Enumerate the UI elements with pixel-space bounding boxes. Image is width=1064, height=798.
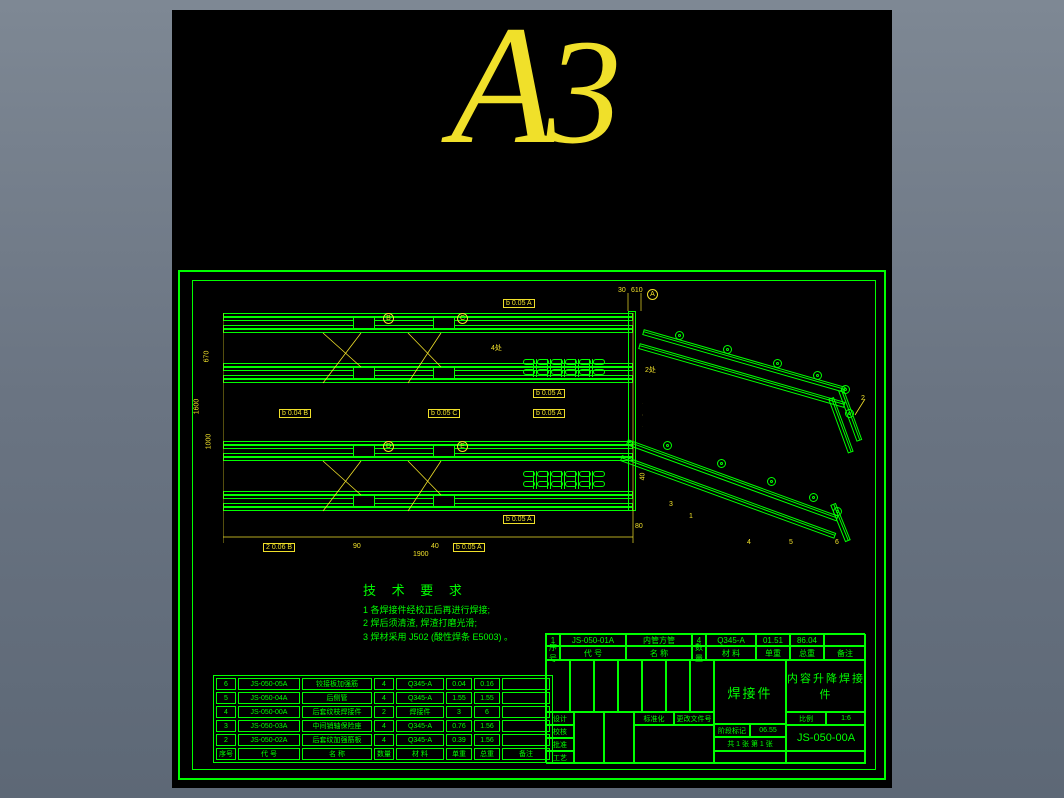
iso-callout: 4: [747, 539, 751, 546]
balloon: E: [457, 441, 468, 452]
tb-sheet-info: 共 1 张 第 1 张: [714, 737, 786, 751]
chain-top: [523, 359, 623, 377]
tb-date: [604, 712, 634, 764]
tb-std: 标准化: [634, 712, 674, 725]
tb-design: 设计: [546, 712, 574, 725]
tb-h: 序号: [546, 646, 560, 660]
tb-code: JS-050-01A: [560, 634, 626, 646]
dim-h2: 1000: [205, 434, 212, 450]
balloon: D: [383, 441, 394, 452]
dim-small2: 610: [631, 287, 643, 294]
drawing-inner-frame: b 0.05 A b 0.05 A b 0.04 B b 0.05 C b 0.…: [192, 280, 876, 770]
table-header-row: 序号 代 号 名 称 数量 材 料 单重 总重 备注: [216, 748, 550, 760]
tb-assembly-name: 焊接件: [714, 660, 786, 724]
iso-callout: 5: [789, 539, 793, 546]
tb-h: 名 称: [626, 646, 692, 660]
iso-leaders: [633, 299, 933, 449]
tb-check: 校核: [546, 725, 574, 738]
table-row: 5JS-050-04A后侧管4Q345-A1.551.55: [216, 692, 550, 704]
tb-col: [642, 660, 666, 712]
table-row: 2JS-050-02A后套纹加强筋板4Q345-A0.391.56: [216, 734, 550, 746]
tb-empty: [634, 725, 714, 764]
isometric-view: 3 1 4 5 6 2: [633, 299, 863, 539]
balloon: C: [457, 313, 468, 324]
tech-req-line: 3 焊材采用 J502 (酸性焊条 E5003) 。: [363, 631, 513, 645]
tech-req-title: 技 术 要 求: [363, 581, 513, 601]
tb-col: [618, 660, 642, 712]
orthographic-view: b 0.05 A b 0.05 A b 0.04 B b 0.05 C b 0.…: [223, 293, 643, 563]
tb-col: [594, 660, 618, 712]
tb-h: 代 号: [560, 646, 626, 660]
sheet-format-label: A3: [451, 0, 614, 170]
tech-req-line: 2 焊后须清渣, 焊渣打磨光滑;: [363, 617, 513, 631]
tb-h: 总重: [790, 646, 824, 660]
title-block: 1 JS-050-01A 内管方管 4 Q345-A 01.51 86.04 序…: [545, 633, 865, 763]
tb-mat: Q345-A: [706, 634, 756, 646]
tb-empty: [714, 751, 786, 764]
dim-h3: 1600: [193, 399, 200, 415]
sheet-number: 3: [546, 9, 613, 175]
tb-tw: 86.04: [790, 634, 824, 646]
iso-rail: [620, 455, 836, 539]
iso-callout: 6: [835, 539, 839, 546]
tb-col: [666, 660, 690, 712]
tb-approve: 批准: [546, 738, 574, 751]
iso-rail: [626, 439, 839, 521]
tb-uw: 01.51: [756, 634, 790, 646]
table-row: 3JS-050-03A中间销轴保险座4Q345-A0.761.56: [216, 720, 550, 732]
tb-stage: 阶段标记: [714, 724, 750, 737]
tech-req-line: 1 各焊接件经校正后再进行焊接;: [363, 604, 513, 618]
bolt-icon: [717, 459, 726, 468]
note-4x: 4处: [491, 343, 502, 353]
tb-col: [546, 660, 570, 712]
sheet-letter: A: [451, 0, 547, 179]
dim-w2: 40: [431, 543, 439, 550]
dim-small1: 30: [618, 287, 626, 294]
brace-lines: [223, 293, 643, 563]
tb-weight-val: 06.55: [750, 724, 786, 737]
technical-requirements: 技 术 要 求 1 各焊接件经校正后再进行焊接; 2 焊后须清渣, 焊渣打磨光滑…: [363, 581, 513, 644]
tol-box: 2 0.06 B: [263, 543, 295, 552]
tol-box: b 0.05 C: [428, 409, 460, 418]
tol-box: b 0.05 A: [453, 543, 485, 552]
tol-box: b 0.05 A: [503, 515, 535, 524]
tb-project-name: 内容升降焊接件: [786, 660, 866, 712]
tb-empty: [786, 751, 866, 764]
iso-callout: 2: [861, 395, 865, 402]
tb-h: 单重: [756, 646, 790, 660]
tb-process: 工艺: [546, 751, 574, 764]
dim-w1: 90: [353, 543, 361, 550]
tb-col: [690, 660, 714, 712]
tb-change: 更改文件号: [674, 712, 714, 725]
dim-overall-length: 1900: [413, 551, 429, 558]
tb-name: 内管方管: [626, 634, 692, 646]
tol-box: b 0.05 A: [533, 389, 565, 398]
tol-box: b 0.04 B: [279, 409, 311, 418]
tb-scale-value: 1:6: [826, 712, 866, 725]
tb-sig: [574, 712, 604, 764]
iso-callout: 3: [669, 501, 673, 508]
tb-h: 数量: [692, 646, 706, 660]
table-row: 6 JS-050-05A 铰接板加强筋 4 Q345-A 0.04 0.16: [216, 678, 550, 690]
tb-drawing-no: JS-050-00A: [786, 725, 866, 751]
tol-box: b 0.05 A: [503, 299, 535, 308]
drawing-outer-frame: b 0.05 A b 0.05 A b 0.04 B b 0.05 C b 0.…: [178, 270, 886, 780]
tb-h: 备注: [824, 646, 866, 660]
bolt-icon: [809, 493, 818, 502]
chain-bot: [523, 471, 623, 489]
tb-col: [570, 660, 594, 712]
dim-h1: 670: [203, 351, 210, 363]
tb-note: [824, 634, 866, 646]
tb-scale-label: 比例: [786, 712, 826, 725]
bolt-icon: [833, 507, 842, 516]
tb-h: 材 料: [706, 646, 756, 660]
table-row: 4JS-050-00A后套纹枝焊接件2焊接件36: [216, 706, 550, 718]
bolt-icon: [767, 477, 776, 486]
iso-callout: 1: [689, 513, 693, 520]
bom-table-left: 6 JS-050-05A 铰接板加强筋 4 Q345-A 0.04 0.16 5…: [213, 675, 553, 763]
tol-box: b 0.05 A: [533, 409, 565, 418]
cad-canvas: A3: [172, 10, 892, 788]
balloon: B: [383, 313, 394, 324]
